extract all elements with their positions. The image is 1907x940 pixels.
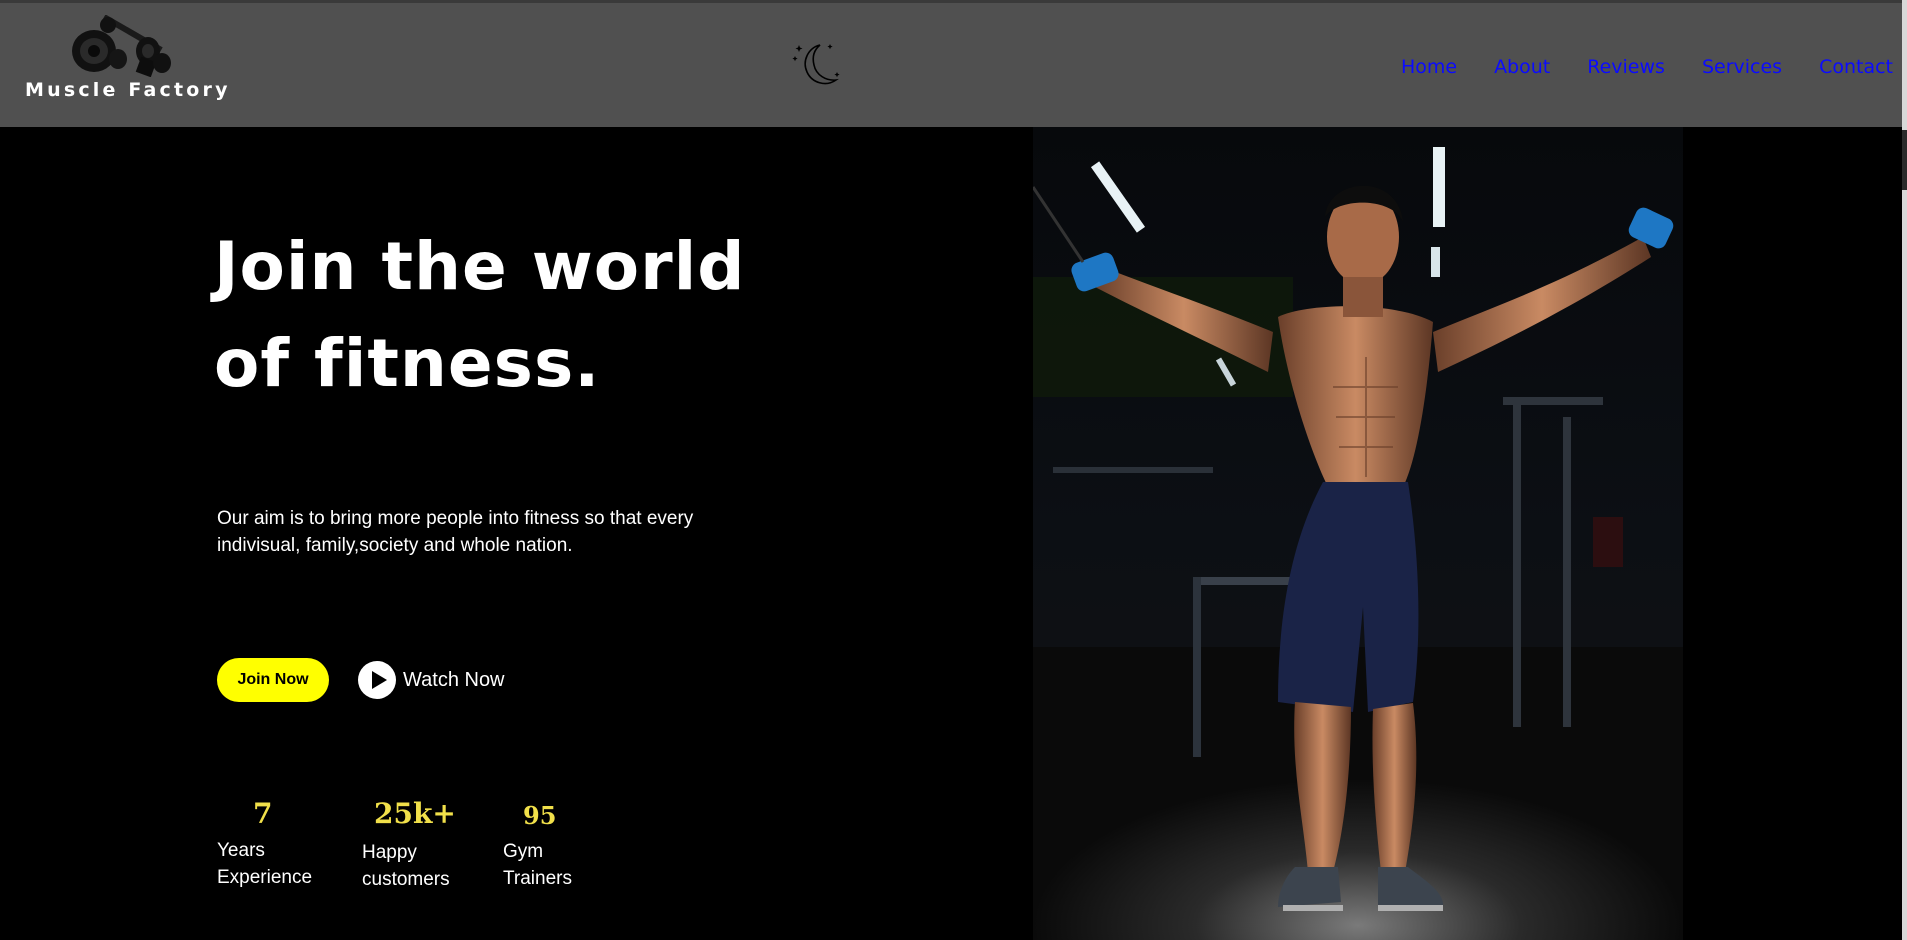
stat-label: Gym Trainers (503, 841, 572, 889)
stat-value: 7 (253, 797, 273, 830)
stat-value: 95 (523, 801, 557, 830)
nav-reviews[interactable]: Reviews (1587, 56, 1665, 78)
stat-years: 7 Years Experience (217, 797, 317, 891)
header: Muscle Factory Home About Reviews Servic… (0, 0, 1902, 127)
stat-trainers: 95 Gym Trainers (503, 799, 603, 892)
watch-now-label: Watch Now (403, 668, 505, 691)
nav-contact[interactable]: Contact (1819, 56, 1893, 78)
nav-about[interactable]: About (1494, 56, 1550, 78)
page: Muscle Factory Home About Reviews Servic… (0, 0, 1907, 940)
stat-label: Happy customers (362, 842, 450, 890)
moon-icon[interactable] (790, 39, 842, 91)
athlete-photo (1033, 127, 1683, 940)
hero-description: Our aim is to bring more people into fit… (217, 508, 694, 556)
play-icon[interactable] (357, 660, 397, 700)
hero-title: Join the world of fitness. (214, 228, 746, 402)
scrollbar-thumb[interactable] (1902, 130, 1907, 190)
join-now-button[interactable]: Join Now (217, 658, 329, 702)
logo-text[interactable]: Muscle Factory (25, 79, 231, 101)
watch-now-button[interactable]: Watch Now (357, 660, 505, 700)
main-nav: Home About Reviews Services Contact (1364, 56, 1893, 78)
nav-home[interactable]: Home (1401, 56, 1457, 78)
scrollbar[interactable] (1902, 0, 1907, 940)
stat-label: Years Experience (217, 840, 313, 888)
stat-value: 25k+ (374, 797, 456, 830)
dumbbell-icon[interactable] (70, 15, 175, 77)
stat-customers: 25k+ Happy customers (362, 797, 462, 893)
nav-services[interactable]: Services (1702, 56, 1782, 78)
